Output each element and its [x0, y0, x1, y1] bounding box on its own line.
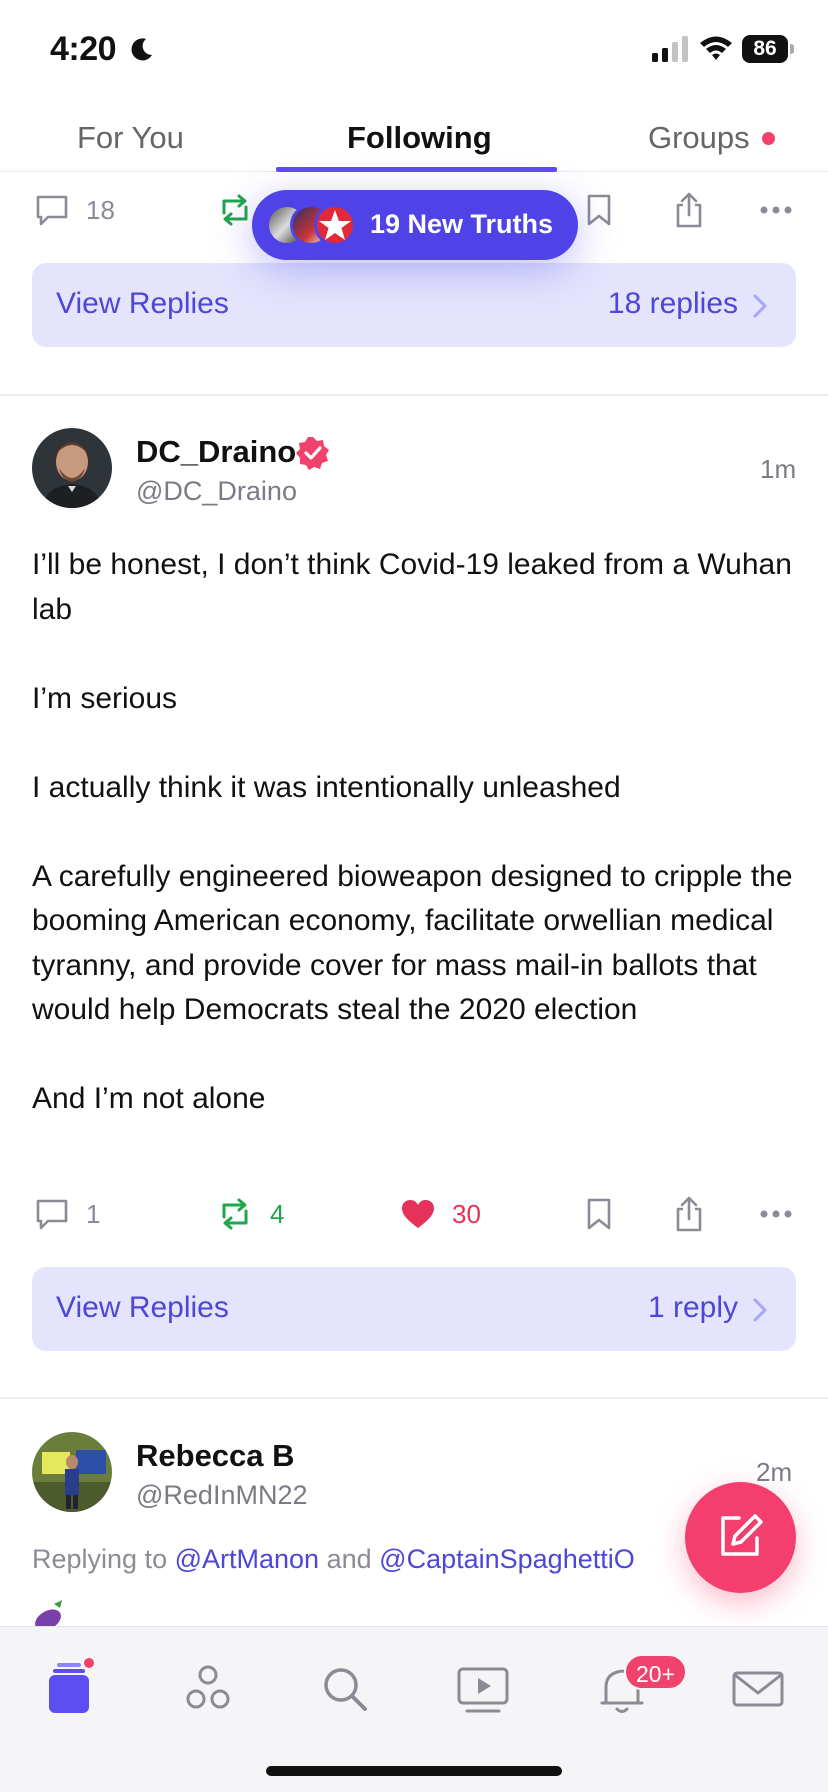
- view-replies-button[interactable]: View Replies 1 reply: [32, 1267, 796, 1351]
- view-replies-label: View Replies: [56, 287, 229, 320]
- replies-count: 1 reply: [647, 1291, 738, 1324]
- tab-following[interactable]: Following: [347, 120, 492, 156]
- new-truths-button[interactable]: 19 New Truths: [252, 190, 578, 260]
- post-paragraph: A carefully engineered bioweapon designe…: [32, 859, 793, 1027]
- star-icon: [319, 210, 351, 240]
- post-author-name[interactable]: Rebecca B: [136, 1438, 295, 1474]
- nav-messages[interactable]: [728, 1659, 788, 1719]
- compose-button[interactable]: [685, 1482, 796, 1593]
- post-timestamp: 1m: [760, 454, 797, 484]
- verified-badge-icon: [296, 437, 329, 470]
- post-author-handle[interactable]: @DC_Draino: [136, 476, 297, 507]
- moon-icon: [131, 38, 152, 61]
- wifi-icon: [700, 36, 732, 60]
- post-paragraph: I’m serious: [32, 681, 178, 715]
- post-author-name[interactable]: DC_Draino: [136, 434, 296, 470]
- replies-count: 18 replies: [607, 287, 738, 320]
- nav-groups[interactable]: [178, 1659, 238, 1719]
- chevron-right-icon: [753, 1298, 767, 1322]
- post-paragraph: I’ll be honest, I don’t think Covid-19 l…: [32, 548, 792, 626]
- share-icon: [676, 1196, 702, 1232]
- tab-for-you[interactable]: For You: [77, 120, 184, 156]
- post-paragraph: I actually think it was intentionally un…: [32, 770, 621, 804]
- tab-groups[interactable]: Groups: [648, 120, 750, 156]
- post-divider: [0, 394, 828, 396]
- bookmark-icon: [587, 194, 611, 226]
- replying-to-label: Replying to: [32, 1544, 168, 1574]
- star-avatar: [314, 204, 356, 246]
- feed-tabs: For You Following Groups: [0, 100, 828, 172]
- messages-icon: [732, 1671, 784, 1707]
- reply-count: 1: [86, 1198, 101, 1229]
- post-actions: 1 4 30: [0, 1184, 828, 1244]
- view-replies-label: View Replies: [56, 1291, 229, 1324]
- retruth-button[interactable]: 4: [216, 1184, 284, 1244]
- post-timestamp: 2m: [756, 1457, 793, 1487]
- like-button[interactable]: 30: [400, 1184, 481, 1244]
- groups-notification-dot: [762, 132, 775, 145]
- replying-to: Replying to @ArtManon and @CaptainSpaghe…: [32, 1544, 635, 1575]
- chevron-right-icon: [753, 294, 767, 318]
- bookmark-button[interactable]: [586, 1184, 612, 1244]
- avatar[interactable]: [32, 1432, 112, 1512]
- more-options-button[interactable]: [760, 1184, 792, 1244]
- retruth-button[interactable]: [216, 180, 254, 240]
- retruth-count: 4: [270, 1198, 285, 1229]
- home-indicator[interactable]: [266, 1766, 562, 1776]
- profile-photo: [32, 428, 112, 508]
- share-button[interactable]: [674, 180, 704, 240]
- home-notification-dot: [82, 1656, 96, 1670]
- replying-to-join: and: [326, 1544, 372, 1574]
- nav-video[interactable]: [453, 1659, 513, 1719]
- profile-photo: [32, 1432, 112, 1512]
- share-icon: [676, 192, 702, 228]
- reply-button[interactable]: 1: [34, 1184, 100, 1244]
- post-divider: [0, 1397, 828, 1399]
- search-icon: [324, 1668, 367, 1711]
- compose-icon: [721, 1514, 763, 1556]
- post-body: I’ll be honest, I don’t think Covid-19 l…: [32, 543, 802, 1122]
- battery-tip: [790, 44, 794, 54]
- bookmark-button[interactable]: [586, 180, 612, 240]
- nav-search[interactable]: [315, 1659, 375, 1719]
- status-time: 4:20: [50, 30, 117, 68]
- groups-icon: [186, 1665, 230, 1709]
- reply-button[interactable]: 18: [34, 180, 115, 240]
- mention-link[interactable]: @CaptainSpaghettiO: [379, 1544, 635, 1574]
- mention-link[interactable]: @ArtManon: [175, 1544, 319, 1574]
- notification-badge: 20+: [624, 1654, 688, 1690]
- post-paragraph: And I’m not alone: [32, 1082, 266, 1115]
- avatar[interactable]: [32, 428, 112, 508]
- reply-count: 18: [86, 194, 115, 225]
- status-bar: 4:20 86: [0, 0, 828, 100]
- view-replies-button[interactable]: View Replies 18 replies: [32, 263, 796, 347]
- comment-icon: [36, 1199, 68, 1230]
- new-truths-avatars: [266, 204, 358, 246]
- retruth-icon: [222, 194, 248, 226]
- active-tab-indicator: [276, 167, 557, 172]
- more-options-button[interactable]: [760, 180, 792, 240]
- video-icon: [457, 1667, 509, 1713]
- post-author-handle[interactable]: @RedInMN22: [136, 1480, 307, 1511]
- comment-icon: [36, 195, 68, 226]
- cellular-signal-icon: [652, 36, 688, 62]
- new-truths-label: 19 New Truths: [370, 209, 554, 239]
- more-icon: [760, 206, 792, 214]
- share-button[interactable]: [674, 1184, 704, 1244]
- battery-indicator: 86: [742, 35, 794, 63]
- bookmark-icon: [587, 1198, 611, 1230]
- retruth-icon: [222, 1198, 248, 1230]
- battery-level: 86: [742, 35, 788, 63]
- more-icon: [760, 1210, 792, 1218]
- like-count: 30: [452, 1198, 481, 1229]
- eggplant-emoji-icon: [35, 1600, 62, 1628]
- heart-icon: [402, 1200, 434, 1228]
